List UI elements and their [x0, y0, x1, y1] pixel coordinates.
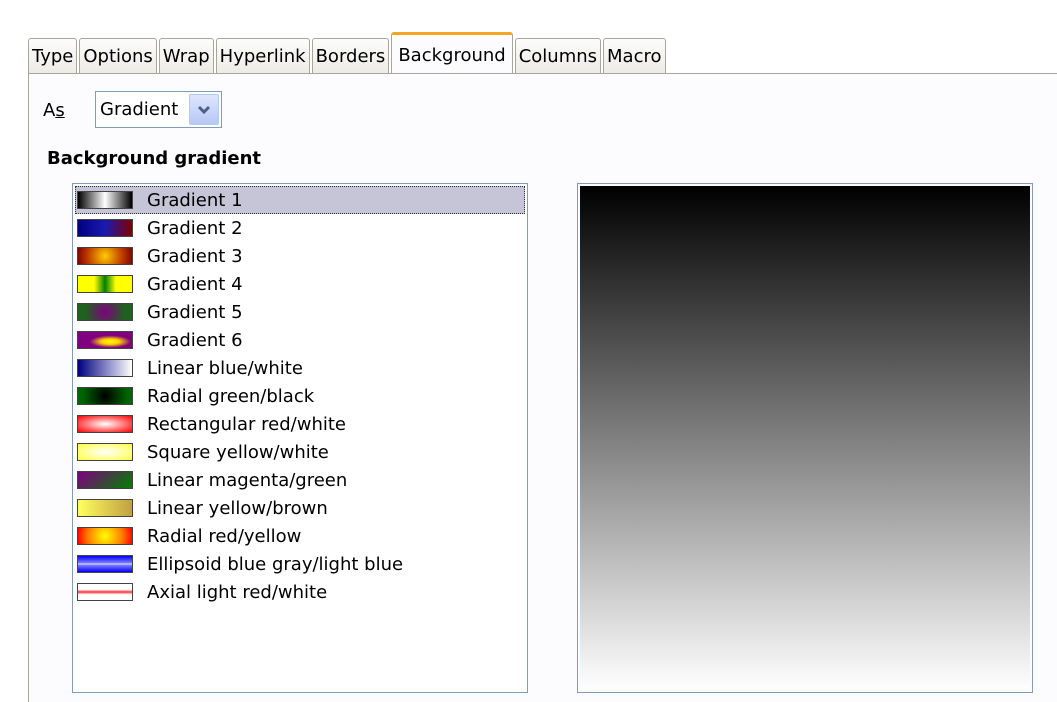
list-item[interactable]: Radial green/black	[75, 382, 525, 410]
list-item[interactable]: Gradient 2	[75, 214, 525, 242]
list-item-label: Rectangular red/white	[147, 413, 346, 435]
list-item[interactable]: Radial red/yellow	[75, 522, 525, 550]
tab-bar: Type Options Wrap Hyperlink Borders Backgroun…	[28, 30, 668, 75]
list-item[interactable]: Square yellow/white	[75, 438, 525, 466]
tab-hyperlink[interactable]: Hyperlink	[215, 38, 310, 74]
chevron-down-icon	[197, 105, 211, 114]
background-tab-panel: As Gradient Background gradient Gradient…	[28, 73, 1057, 702]
gradient-swatch	[77, 583, 133, 601]
list-item[interactable]: Gradient 4	[75, 270, 525, 298]
gradient-swatch	[77, 527, 133, 545]
list-item-label: Linear yellow/brown	[147, 497, 328, 519]
list-item-label: Square yellow/white	[147, 441, 329, 463]
gradient-swatch	[77, 415, 133, 433]
list-item[interactable]: Linear blue/white	[75, 354, 525, 382]
tab-wrap[interactable]: Wrap	[158, 38, 214, 74]
gradient-swatch	[77, 247, 133, 265]
tab-borders[interactable]: Borders	[311, 38, 390, 74]
list-item-label: Gradient 2	[147, 217, 243, 239]
as-select-value: Gradient	[100, 99, 179, 120]
gradient-swatch	[77, 555, 133, 573]
gradient-list[interactable]: Gradient 1 Gradient 2 Gradient 3 Gradient 4…	[72, 183, 528, 693]
list-item-label: Linear magenta/green	[147, 469, 348, 491]
list-item[interactable]: Gradient 1	[75, 186, 525, 214]
dropdown-button[interactable]	[189, 94, 219, 125]
as-label: As	[43, 100, 65, 121]
list-item-label: Radial green/black	[147, 385, 315, 407]
list-item-label: Axial light red/white	[147, 581, 328, 603]
gradient-swatch	[77, 331, 133, 349]
gradient-swatch	[77, 499, 133, 517]
tab-background[interactable]: Background	[391, 32, 513, 75]
list-item[interactable]: Ellipsoid blue gray/light blue	[75, 550, 525, 578]
list-item[interactable]: Axial light red/white	[75, 578, 525, 606]
gradient-swatch	[77, 191, 133, 209]
gradient-preview	[577, 183, 1033, 693]
list-item[interactable]: Rectangular red/white	[75, 410, 525, 438]
section-heading: Background gradient	[47, 148, 262, 169]
list-item[interactable]: Gradient 5	[75, 298, 525, 326]
gradient-swatch	[77, 275, 133, 293]
list-item[interactable]: Linear magenta/green	[75, 466, 525, 494]
list-item[interactable]: Gradient 3	[75, 242, 525, 270]
gradient-swatch	[77, 219, 133, 237]
list-item[interactable]: Gradient 6	[75, 326, 525, 354]
list-item-label: Gradient 4	[147, 273, 243, 295]
as-select[interactable]: Gradient	[95, 91, 222, 128]
tab-macro[interactable]: Macro	[603, 38, 666, 74]
gradient-swatch	[77, 387, 133, 405]
gradient-swatch	[77, 303, 133, 321]
tab-type[interactable]: Type	[28, 38, 78, 74]
tab-columns[interactable]: Columns	[514, 38, 602, 74]
list-item-label: Gradient 1	[147, 189, 243, 211]
list-item[interactable]: Linear yellow/brown	[75, 494, 525, 522]
tab-options[interactable]: Options	[79, 38, 157, 74]
list-item-label: Gradient 3	[147, 245, 243, 267]
list-item-label: Radial red/yellow	[147, 525, 302, 547]
gradient-swatch	[77, 471, 133, 489]
list-item-label: Gradient 6	[147, 329, 243, 351]
gradient-swatch	[77, 359, 133, 377]
list-item-label: Ellipsoid blue gray/light blue	[147, 553, 404, 575]
list-item-label: Gradient 5	[147, 301, 243, 323]
preview-fill	[580, 186, 1030, 690]
gradient-swatch	[77, 443, 133, 461]
list-item-label: Linear blue/white	[147, 357, 303, 379]
